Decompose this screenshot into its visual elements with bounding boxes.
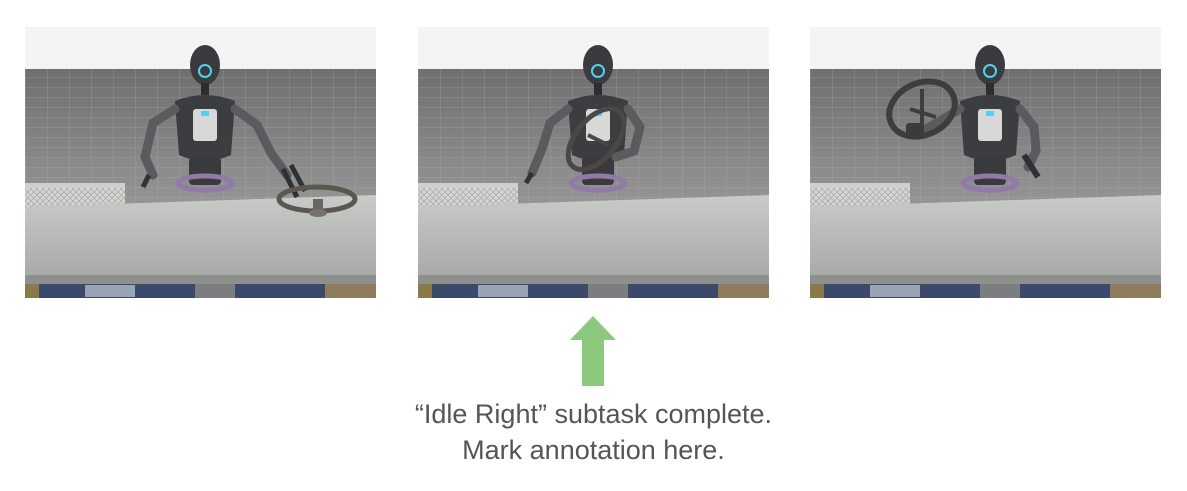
- caption-line-1: “Idle Right” subtask complete.: [414, 399, 773, 429]
- robot-scene-grasp-wheel-icon: [25, 27, 376, 298]
- up-arrow-icon: [570, 316, 616, 386]
- scene-frame-3: [810, 27, 1161, 298]
- robot-scene-raise-wheel-icon: [810, 27, 1161, 298]
- robot-scene-lift-wheel-icon: [418, 27, 769, 298]
- scene-frame-1: [25, 27, 376, 298]
- caption-line-2: Mark annotation here.: [462, 435, 725, 465]
- scene-frame-2: [418, 27, 769, 298]
